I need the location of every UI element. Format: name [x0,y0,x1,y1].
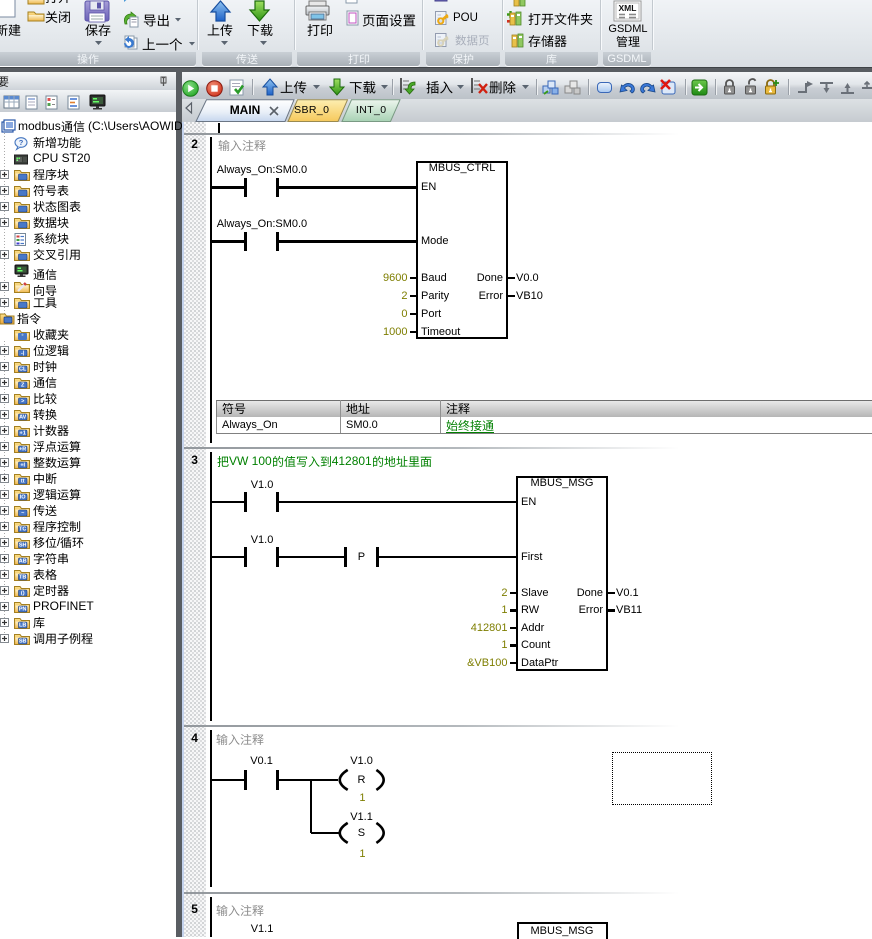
svg-text:AB: AB [19,558,27,564]
svg-text:+I: +I [20,462,25,468]
svg-text:+1: +1 [20,430,26,436]
svg-text:*: * [21,333,24,340]
svg-text:+R: +R [19,446,26,452]
svg-text:XML: XML [619,3,637,13]
svg-text:PN: PN [19,606,27,612]
svg-text:TB: TB [19,574,26,580]
svg-text:tt: tt [21,478,25,484]
svg-text:CL: CL [19,366,27,372]
svg-text:LB: LB [19,622,26,628]
svg-text:>: > [21,398,24,404]
svg-text:-|: -| [21,350,25,356]
svg-text:TC: TC [19,526,26,532]
svg-text:?: ? [19,138,24,147]
svg-text:(): () [21,590,25,596]
svg-text:~: ~ [21,510,24,516]
svg-text:IO: IO [20,494,27,500]
svg-text:SH: SH [19,542,27,548]
svg-text:AV: AV [19,414,27,420]
svg-text:SB: SB [19,638,27,644]
